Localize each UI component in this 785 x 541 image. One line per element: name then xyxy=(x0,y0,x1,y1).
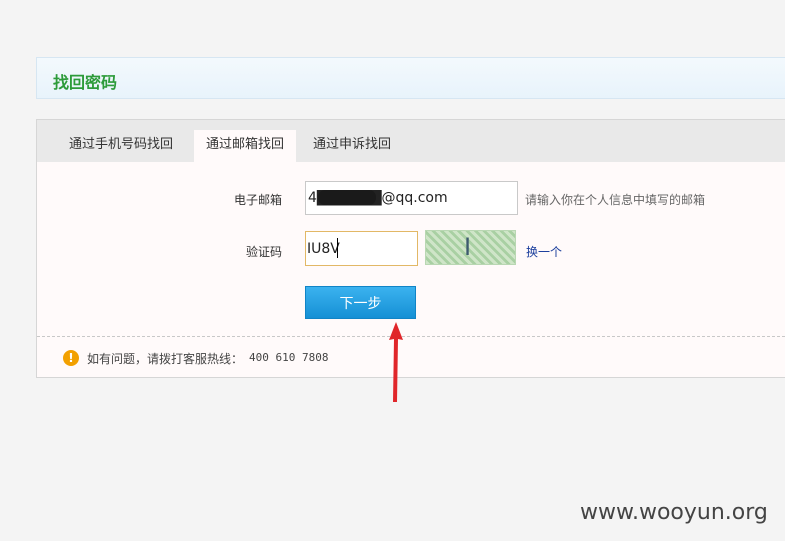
warning-icon: ! xyxy=(63,350,79,366)
email-redaction xyxy=(318,190,376,205)
captcha-text: I U8V xyxy=(437,233,498,264)
divider xyxy=(37,336,785,337)
recovery-panel: 通过手机号码找回 通过邮箱找回 通过申诉找回 电子邮箱 请输入你在个人信息中填写… xyxy=(36,119,785,378)
tab-appeal-recovery[interactable]: 通过申诉找回 xyxy=(301,130,403,162)
text-caret xyxy=(337,238,338,258)
help-text: 如有问题，请拨打客服热线： xyxy=(87,352,244,366)
tab-email-recovery[interactable]: 通过邮箱找回 xyxy=(194,130,297,162)
email-label: 电子邮箱 xyxy=(233,193,282,207)
help-phone: 400 610 7808 xyxy=(249,351,329,364)
title-bar: 找回密码 xyxy=(36,57,785,99)
refresh-captcha-link[interactable]: 换一个 xyxy=(526,243,562,260)
red-arrow-icon xyxy=(389,322,403,402)
next-step-button[interactable]: 下一步 xyxy=(305,286,416,319)
watermark: www.wooyun.org xyxy=(580,500,768,525)
captcha-image[interactable]: I U8V xyxy=(425,230,516,265)
tab-bar: 通过手机号码找回 通过邮箱找回 通过申诉找回 xyxy=(37,120,785,162)
email-hint: 请输入你在个人信息中填写的邮箱 xyxy=(525,193,706,207)
page: 找回密码 通过手机号码找回 通过邮箱找回 通过申诉找回 电子邮箱 请输入你在个人… xyxy=(0,0,785,541)
page-title: 找回密码 xyxy=(53,73,118,92)
captcha-input[interactable] xyxy=(305,231,418,266)
captcha-label: 验证码 xyxy=(245,245,282,259)
tab-phone-recovery[interactable]: 通过手机号码找回 xyxy=(57,130,185,162)
